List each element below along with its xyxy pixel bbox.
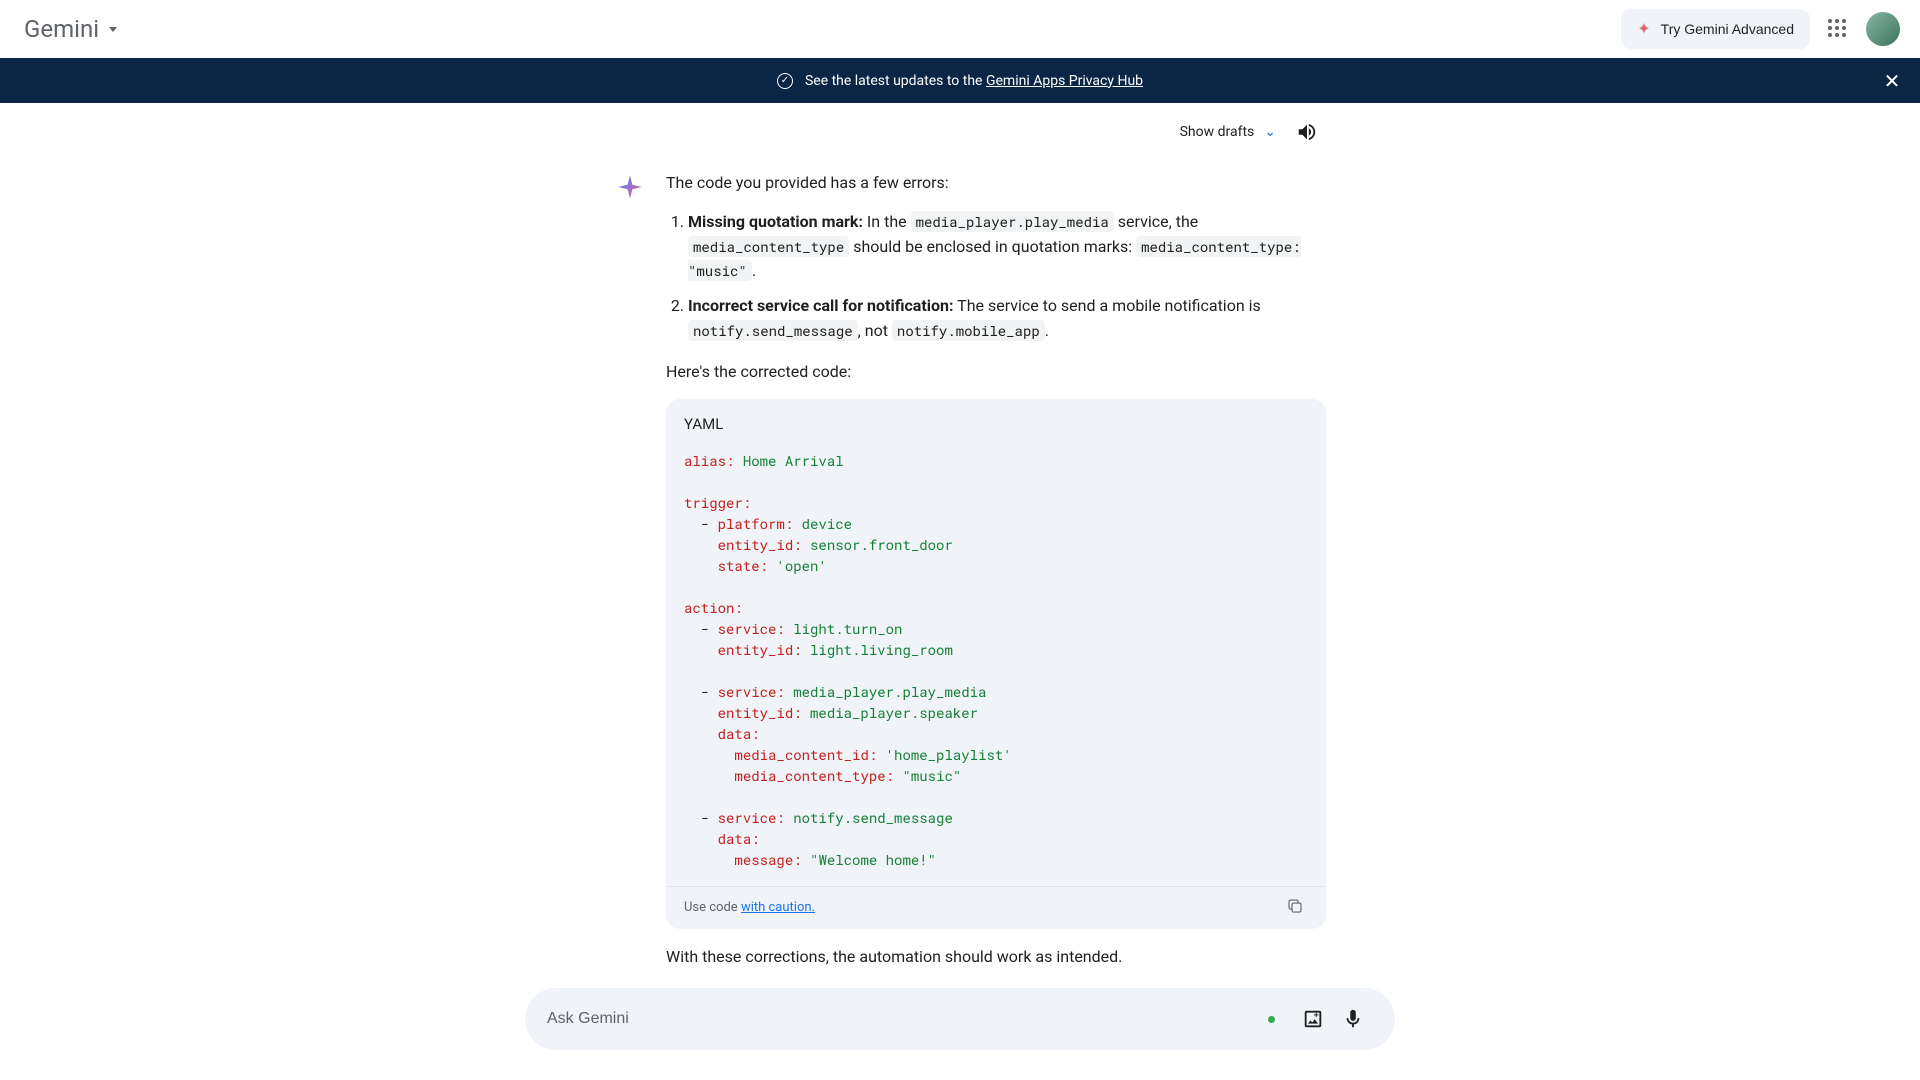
status-dot-icon [1268,1016,1275,1023]
try-advanced-button[interactable]: ✦ Try Gemini Advanced [1621,9,1810,49]
error-list: Missing quotation mark: In the media_pla… [666,210,1326,344]
gemini-sparkle-icon [616,173,644,201]
image-upload-button[interactable] [1301,1007,1325,1031]
banner-text: See the latest updates to the [805,73,986,89]
copy-button[interactable] [1286,897,1308,919]
prompt-input[interactable] [547,1010,1250,1028]
code-block: YAML alias: Home Arrival trigger: - plat… [666,399,1326,929]
privacy-banner: See the latest updates to the Gemini App… [0,58,1920,103]
caution-link[interactable]: with caution. [741,900,815,915]
error-item: Missing quotation mark: In the media_pla… [688,210,1326,284]
code-language: YAML [666,399,1326,446]
header-right: ✦ Try Gemini Advanced [1621,9,1900,49]
try-advanced-label: Try Gemini Advanced [1661,21,1794,37]
close-icon[interactable]: ✕ [1882,71,1902,91]
logo-text: Gemini [24,15,99,43]
chevron-down-icon: ⌄ [1264,124,1276,140]
show-drafts-button[interactable]: Show drafts ⌄ [1180,124,1276,140]
error-item: Incorrect service call for notification:… [688,294,1326,344]
header: Gemini ✦ Try Gemini Advanced [0,0,1920,58]
response-intro: The code you provided has a few errors: [666,171,1326,196]
caret-down-icon [109,27,117,32]
chat-response: The code you provided has a few errors: … [616,171,1326,984]
banner-link[interactable]: Gemini Apps Privacy Hub [986,73,1143,89]
copy-icon [1286,897,1304,915]
mic-icon [1342,1008,1364,1030]
sparkle-icon: ✦ [1637,19,1650,39]
corrected-intro: Here's the corrected code: [666,360,1326,385]
logo-dropdown[interactable]: Gemini [24,15,117,43]
apps-grid-icon[interactable] [1828,19,1848,39]
response-actions: Show drafts ⌄ [616,113,1326,151]
check-circle-icon [777,73,793,89]
code-footer: Use code with caution. [666,886,1326,929]
image-plus-icon [1302,1008,1324,1030]
speaker-icon [1296,121,1318,143]
caution-pre: Use code [684,900,741,915]
avatar[interactable] [1866,12,1900,46]
speaker-button[interactable] [1288,113,1326,151]
code-content: alias: Home Arrival trigger: - platform:… [666,446,1326,886]
microphone-button[interactable] [1341,1007,1365,1031]
prompt-input-bar [525,988,1395,1050]
closing-text: With these corrections, the automation s… [666,945,1326,970]
response-body: The code you provided has a few errors: … [666,171,1326,984]
show-drafts-label: Show drafts [1180,124,1255,140]
